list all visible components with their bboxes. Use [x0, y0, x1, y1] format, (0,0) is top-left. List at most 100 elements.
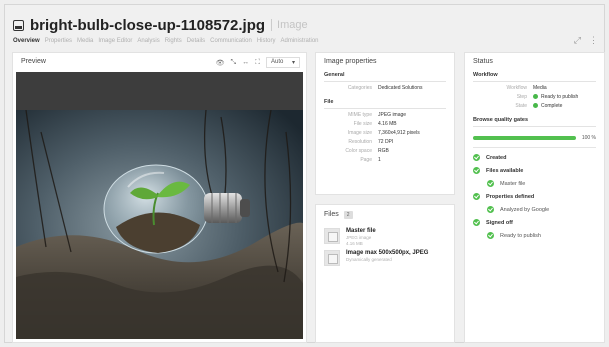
- quality-check-master-file: Master file: [487, 180, 596, 187]
- property-value: RGB: [378, 148, 389, 154]
- property-value-text: Media: [533, 85, 547, 91]
- file-meta: JPEG image: [346, 235, 372, 240]
- property-row-resolution: Resolution 72 DPI: [324, 139, 446, 145]
- eye-icon[interactable]: 👁: [216, 59, 225, 67]
- quality-checks: Created Files available Master file Propert…: [465, 154, 604, 239]
- property-label: Step: [516, 94, 527, 100]
- file-item[interactable]: Image max 500x500px, JPEG Dynamically gen…: [324, 250, 446, 266]
- progress-fill: [473, 136, 576, 140]
- check-icon: [473, 193, 480, 200]
- tab-communication[interactable]: Communication: [210, 38, 252, 44]
- workflow-section-label: Workflow: [473, 70, 596, 82]
- property-value: 72 DPI: [378, 139, 393, 145]
- property-value-text: Ready to publish: [541, 94, 579, 100]
- property-label: Color space: [345, 148, 372, 154]
- property-label: Categories: [347, 85, 372, 91]
- files-title-label: Files: [324, 211, 339, 218]
- quality-check-label: Ready to publish: [500, 232, 541, 239]
- property-row-state: State Complete: [473, 103, 596, 109]
- property-row-page: Page 1: [324, 157, 446, 163]
- tab-details[interactable]: Details: [187, 38, 205, 44]
- general-properties: Categories Dedicated Solutions: [316, 85, 454, 91]
- check-icon: [487, 180, 494, 187]
- file-meta: 4.16 MB: [346, 241, 363, 246]
- files-title: Files 2: [316, 205, 454, 224]
- status-title: Status: [473, 58, 493, 65]
- property-value-text: 1: [378, 157, 381, 163]
- app-window: bright-bulb-close-up-1108572.jpg Image ⤢…: [4, 4, 605, 343]
- title-bar: bright-bulb-close-up-1108572.jpg Image: [13, 15, 308, 35]
- tab-media[interactable]: Media: [77, 38, 93, 44]
- quality-gates-link[interactable]: Browse quality gates: [473, 115, 596, 127]
- image-properties-panel: Image properties General Categories Dedic…: [315, 52, 455, 195]
- property-label: Image size: [347, 130, 372, 136]
- property-value: 1: [378, 157, 381, 163]
- quality-check-label: Properties defined: [486, 193, 535, 200]
- property-label: MIME type: [348, 112, 372, 118]
- files-count-badge: 2: [343, 211, 353, 219]
- page-title: bright-bulb-close-up-1108572.jpg: [30, 16, 266, 34]
- quality-check-properties-defined: Properties defined: [473, 193, 596, 200]
- progress-bar: [473, 136, 576, 140]
- tab-rights[interactable]: Rights: [165, 38, 182, 44]
- zoom-value: Auto: [271, 59, 284, 65]
- property-value: 4.16 MB: [378, 121, 397, 127]
- quality-check-label: Analyzed by Google: [500, 206, 550, 213]
- file-thumbnail-icon: [324, 228, 340, 244]
- file-item[interactable]: Master file JPEG image 4.16 MB: [324, 228, 446, 246]
- quality-check-ready-to-publish: Ready to publish: [487, 232, 596, 239]
- property-value: JPEG image: [378, 112, 406, 118]
- width-icon[interactable]: ↔: [242, 59, 249, 66]
- check-icon: [487, 232, 494, 239]
- check-icon: [487, 206, 494, 213]
- fit-icon[interactable]: ⤡: [230, 59, 236, 67]
- quality-check-created: Created: [473, 154, 596, 161]
- light-bulb-photo[interactable]: [16, 72, 303, 339]
- image-file-icon: [13, 19, 24, 31]
- quality-check-label: Signed off: [486, 219, 513, 226]
- expand-icon[interactable]: ⤢: [574, 35, 581, 46]
- preview-panel: Preview 👁 ⤡ ↔ ⛶ Auto ▾: [12, 52, 307, 343]
- chevron-down-icon: ▾: [291, 60, 295, 66]
- files-panel: Files 2 Master file JPEG image 4.16 MB Imag…: [315, 204, 455, 343]
- property-label: Workflow: [506, 85, 527, 91]
- property-row-color-space: Color space RGB: [324, 148, 446, 154]
- kebab-menu-icon[interactable]: ⋮: [589, 35, 598, 46]
- property-value-text: Complete: [541, 103, 563, 109]
- status-dot-icon: [533, 103, 538, 109]
- files-list: Master file JPEG image 4.16 MB Image max 50…: [316, 228, 454, 266]
- property-row-mime-type: MIME type JPEG image: [324, 112, 446, 118]
- file-meta: Dynamically generated: [346, 257, 392, 262]
- fullscreen-icon[interactable]: ⛶: [255, 59, 260, 67]
- property-value-text: 4.16 MB: [378, 121, 397, 127]
- property-label: Resolution: [348, 139, 372, 145]
- quality-progress: 100 %: [473, 135, 596, 141]
- property-value-text: RGB: [378, 148, 389, 154]
- properties-title: Image properties: [324, 58, 377, 65]
- tab-properties[interactable]: Properties: [45, 38, 72, 44]
- tab-history[interactable]: History: [257, 38, 276, 44]
- file-info: Master file JPEG image 4.16 MB: [346, 228, 376, 246]
- property-row-file-size: File size 4.16 MB: [324, 121, 446, 127]
- tab-administration[interactable]: Administration: [280, 38, 318, 44]
- quality-check-label: Created: [486, 154, 507, 161]
- general-section-label: General: [324, 70, 446, 82]
- tab-overview[interactable]: Overview: [13, 38, 40, 44]
- asset-type-badge: Image: [271, 19, 308, 31]
- property-value-text: 72 DPI: [378, 139, 394, 145]
- zoom-select[interactable]: Auto ▾: [266, 57, 300, 68]
- preview-stage: [16, 72, 303, 339]
- tab-analysis[interactable]: Analysis: [137, 38, 159, 44]
- check-icon: [473, 219, 480, 226]
- status-divider: [473, 147, 596, 148]
- property-label: State: [515, 103, 527, 109]
- property-value-text: Dedicated Solutions: [378, 85, 423, 91]
- quality-check-analyzed-by-google: Analyzed by Google: [487, 206, 596, 213]
- property-value: Ready to publish: [533, 94, 578, 100]
- quality-check-label: Master file: [500, 180, 526, 187]
- property-value: Dedicated Solutions: [378, 85, 422, 91]
- tab-image-editor[interactable]: Image Editor: [98, 38, 132, 44]
- file-properties: MIME type JPEG image File size 4.16 MB Image…: [316, 112, 454, 163]
- property-value-text: 7,360x4,912 pixels: [378, 130, 420, 136]
- property-label: Page: [360, 157, 372, 163]
